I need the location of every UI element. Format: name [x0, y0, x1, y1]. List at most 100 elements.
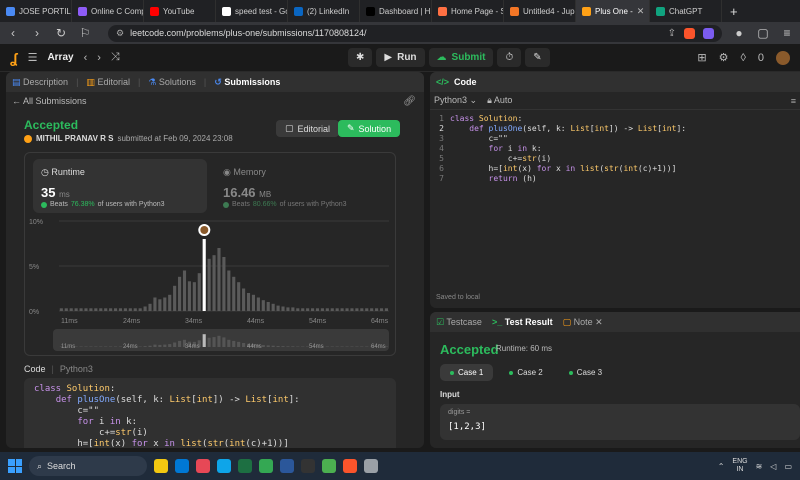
browser-tab[interactable]: YouTube [144, 0, 216, 22]
avatar[interactable] [776, 50, 790, 65]
edge-icon[interactable] [217, 459, 231, 473]
url-field[interactable]: ⚙ leetcode.com/problems/plus-one/submiss… [108, 24, 722, 42]
battery-icon[interactable]: ▭ [784, 462, 792, 471]
share-link-icon[interactable]: 🔗︎ [403, 96, 416, 107]
runtime-card[interactable]: ◷ Runtime 35 ms Beats 76.38% of users with… [33, 159, 207, 213]
all-submissions-link[interactable]: ← All Submissions [12, 96, 87, 106]
overview-bar [212, 337, 216, 347]
volume-icon[interactable]: ◁ [770, 462, 776, 471]
browser-tab[interactable]: Untitled4 - Jup [504, 0, 576, 22]
tab-title: Home Page - S [451, 6, 504, 16]
zoom-icon[interactable] [175, 459, 189, 473]
leetcode-logo-icon[interactable]: ʆ [10, 50, 18, 66]
memory-card[interactable]: ◉ Memory 16.46 MB Beats 80.66% of users wi… [215, 159, 389, 213]
runtime-bar [109, 308, 113, 311]
shuffle-icon[interactable]: ⤨ [111, 51, 120, 64]
problem-list-icon[interactable]: ☰ [28, 51, 38, 64]
debug-icon[interactable]: ✱ [348, 48, 373, 67]
runtime-bar [197, 273, 201, 311]
notes-icon[interactable]: ✎ [525, 48, 550, 67]
browser-tab[interactable]: ChatGPT [650, 0, 722, 22]
bookmark-icon[interactable]: ⚐ [78, 26, 92, 40]
tab-note[interactable]: ▢ Note ✕ [563, 317, 603, 328]
chevron-up-icon[interactable]: ⌃ [718, 462, 725, 471]
browser-tab[interactable]: Online C Comp [72, 0, 144, 22]
close-tab-icon[interactable]: ✕ [637, 6, 645, 17]
overview-bar [237, 341, 241, 347]
browser-tab[interactable]: Dashboard | Hu [360, 0, 432, 22]
submitted-code[interactable]: class Solution: def plusOne(self, k: Lis… [24, 378, 396, 448]
editor-toolbar: Python3 ⌄ 🔒︎ Auto ≡ [430, 92, 800, 110]
brave-shield-icon[interactable] [684, 27, 695, 39]
menu-icon[interactable]: ≡ [780, 26, 794, 40]
close-icon[interactable]: ✕ [595, 317, 603, 327]
site-info-icon[interactable]: ⚙ [116, 28, 124, 39]
app-icon[interactable] [196, 459, 210, 473]
wallet-icon[interactable]: ▢ [756, 26, 770, 40]
back-icon[interactable]: ‹ [6, 26, 20, 40]
runtime-bar [291, 307, 295, 311]
runtime-value: 35 [41, 185, 56, 200]
chrome-icon[interactable] [259, 459, 273, 473]
runtime-distribution-chart[interactable]: 10% 5% 0% 11ms 24ms 34ms 44ms 54ms 64ms 11ms 24ms 3… [25, 215, 397, 355]
case-tab-3[interactable]: Case 3 [559, 364, 612, 381]
share-icon[interactable]: ⇪ [668, 28, 676, 39]
browser-tab[interactable]: speed test - Go [216, 0, 288, 22]
runtime-bar [301, 308, 305, 311]
browser-tab[interactable]: Home Page - S [432, 0, 504, 22]
runtime-bar [251, 294, 256, 311]
reload-icon[interactable]: ↻ [54, 26, 68, 40]
code-line: class Solution: [34, 384, 116, 394]
code-editor[interactable]: 1 class Solution: 2 def plusOne(self, k: L… [430, 114, 800, 184]
new-tab-button[interactable]: + [722, 4, 746, 19]
tab-testcase[interactable]: ☑ Testcase [436, 317, 482, 328]
case-tab-1[interactable]: Case 1 [440, 364, 494, 381]
layout-icon[interactable]: ⊞ [697, 51, 706, 64]
brave-icon[interactable] [343, 459, 357, 473]
next-problem-icon[interactable]: › [97, 52, 101, 64]
windows-start-icon[interactable] [8, 459, 22, 473]
tab-editorial[interactable]: ▥ Editorial [86, 77, 130, 88]
editor-line: 1 class Solution: [430, 114, 800, 124]
browser-tab[interactable]: JOSE PORTILLA [0, 0, 72, 22]
tab-description[interactable]: ▤ Description [12, 77, 68, 88]
timer-icon[interactable]: ⏱ [497, 48, 522, 67]
excel-icon[interactable] [238, 459, 252, 473]
tab-test-result[interactable]: >_ Test Result [492, 317, 553, 327]
language-indicator[interactable]: ENG IN [732, 458, 747, 474]
extension-icon[interactable]: ● [732, 26, 746, 40]
taskbar-search[interactable]: ⌕ Search [29, 456, 147, 476]
wifi-icon[interactable]: ≋ [756, 462, 763, 471]
word-icon[interactable] [280, 459, 294, 473]
streak-icon[interactable]: ◊ [740, 52, 745, 64]
overview-scroll-strip [53, 329, 389, 351]
tab-title: Dashboard | Hu [379, 6, 432, 16]
auto-mode[interactable]: 🔒︎ Auto [487, 95, 512, 106]
terminal-app-icon[interactable] [301, 459, 315, 473]
tab-solutions[interactable]: ⚗ Solutions [148, 77, 196, 88]
overview-bar [271, 345, 275, 347]
tab-submissions[interactable]: ↺ Submissions [214, 77, 280, 88]
app-icon-2[interactable] [322, 459, 336, 473]
editor-menu-icon[interactable]: ≡ [791, 96, 796, 106]
browser-tab[interactable]: Plus One - ✕ [576, 0, 650, 22]
browser-tab[interactable]: (2) LinkedIn [288, 0, 360, 22]
line-text: return (h) [488, 174, 537, 183]
settings-icon[interactable]: ⚙ [719, 51, 729, 64]
code-brackets-icon: </> [436, 77, 450, 87]
code-line: for i in k: [77, 417, 137, 427]
brave-rewards-icon[interactable] [703, 27, 714, 39]
submit-button[interactable]: ☁ Submit [428, 48, 494, 67]
case-tab-2[interactable]: Case 2 [499, 364, 552, 381]
language-select[interactable]: Python3 ⌄ [434, 95, 477, 106]
prev-problem-icon[interactable]: ‹ [84, 52, 88, 64]
overview-bar [232, 340, 236, 347]
solution-button[interactable]: ✎ Solution [338, 120, 401, 137]
problem-list-title[interactable]: Array [47, 52, 73, 63]
file-explorer-icon[interactable] [154, 459, 168, 473]
app-icon-3[interactable] [364, 459, 378, 473]
run-button[interactable]: ▶ Run [376, 48, 425, 67]
editorial-button[interactable]: ▢ Editorial [276, 120, 340, 137]
forward-icon[interactable]: › [30, 26, 44, 40]
overview-tick-label: 54ms [309, 344, 324, 350]
